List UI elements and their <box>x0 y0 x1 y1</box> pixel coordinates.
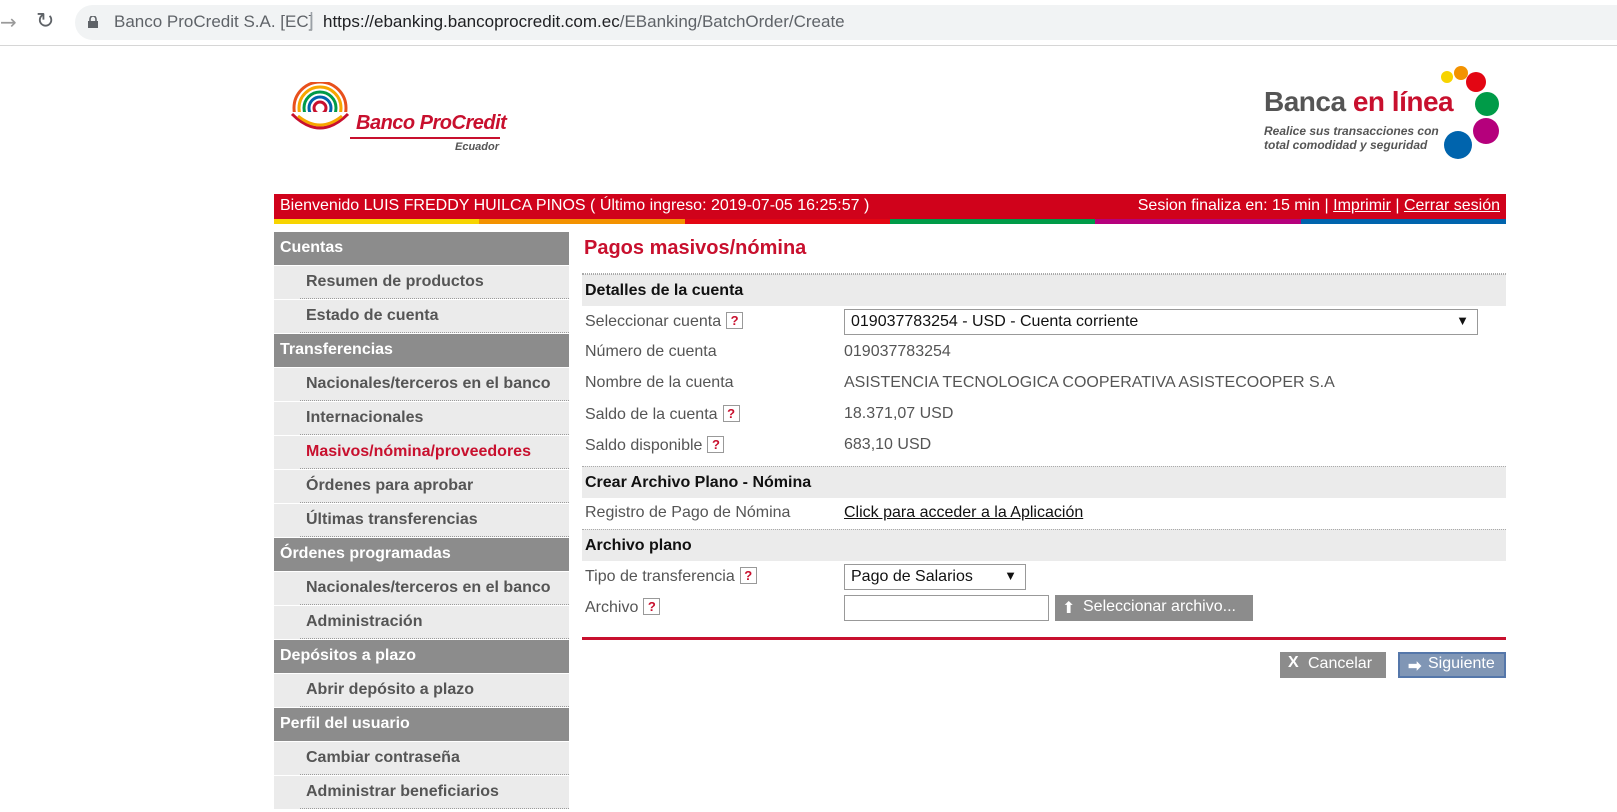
sidebar-item-abrir-deposito[interactable]: Abrir depósito a plazo <box>274 674 569 708</box>
sidebar-item-resumen[interactable]: Resumen de productos <box>274 266 569 300</box>
select-file-button[interactable]: ⬆ Seleccionar archivo... <box>1055 595 1253 621</box>
sidebar-section-depositos[interactable]: Depósitos a plazo <box>274 640 569 674</box>
help-icon[interactable]: ? <box>722 405 740 422</box>
row-account-name: Nombre de la cuenta ASISTENCIA TECNOLOGI… <box>582 368 1506 399</box>
sidebar-item-prog-nacionales[interactable]: Nacionales/terceros en el banco <box>274 572 569 606</box>
open-app-link[interactable]: Click para acceder a la Aplicación <box>844 504 1083 521</box>
next-button[interactable]: ➡ Siguiente <box>1398 652 1506 678</box>
session-info: Sesion finaliza en: 15 min | Imprimir | … <box>1137 197 1500 214</box>
lock-icon <box>88 16 98 28</box>
account-number-value: 019037783254 <box>844 343 951 360</box>
sidebar-item-ordenes-aprobar[interactable]: Órdenes para aprobar <box>274 470 569 504</box>
sidebar-section-programadas[interactable]: Órdenes programadas <box>274 538 569 572</box>
main-content: Pagos masivos/nómina Detalles de la cuen… <box>582 232 1506 690</box>
sidebar-section-cuentas[interactable]: Cuentas <box>274 232 569 266</box>
row-registro: Registro de Pago de Nómina Click para ac… <box>582 498 1506 529</box>
print-link[interactable]: Imprimir <box>1333 197 1391 214</box>
colored-dots-icon <box>1441 66 1499 159</box>
browser-toolbar: → ↻ Banco ProCredit S.A. [EC] | https://… <box>0 0 1617 46</box>
welcome-text: Bienvenido LUIS FREDDY HUILCA PINOS ( Úl… <box>280 197 870 214</box>
site-identity: Banco ProCredit S.A. [EC] <box>114 12 314 31</box>
row-balance: Saldo de la cuenta? 18.371,07 USD <box>582 399 1506 430</box>
sidebar-menu: Cuentas Resumen de productos Estado de c… <box>274 232 569 810</box>
transfer-type-select[interactable]: Pago de Salarios ▼ <box>844 564 1026 590</box>
help-icon[interactable]: ? <box>726 312 744 329</box>
url-separator: | <box>309 10 314 31</box>
file-path-input[interactable] <box>844 595 1049 621</box>
help-icon[interactable]: ? <box>707 436 725 453</box>
upload-icon: ⬆ <box>1062 600 1076 617</box>
sidebar-section-perfil[interactable]: Perfil del usuario <box>274 708 569 742</box>
sidebar-item-estado[interactable]: Estado de cuenta <box>274 300 569 334</box>
sidebar-item-cambiar-contrasena[interactable]: Cambiar contraseña <box>274 742 569 776</box>
page-title: Pagos masivos/nómina <box>582 232 1506 274</box>
chevron-down-icon: ▼ <box>1456 313 1469 328</box>
sidebar-item-masivos[interactable]: Masivos/nómina/proveedores <box>274 436 569 470</box>
file-label: Archivo <box>585 599 639 616</box>
reload-icon[interactable]: ↻ <box>36 9 54 34</box>
transfer-type-label: Tipo de transferencia <box>585 568 735 585</box>
available-value: 683,10 USD <box>844 436 932 453</box>
account-select[interactable]: 019037783254 - USD - Cuenta corriente ▼ <box>844 309 1478 335</box>
row-file: Archivo? ⬆ Seleccionar archivo... <box>582 592 1506 623</box>
row-transfer-type: Tipo de transferencia? Pago de Salarios ▼ <box>582 561 1506 592</box>
select-account-label: Seleccionar cuenta <box>585 313 722 330</box>
available-label: Saldo disponible <box>585 437 703 454</box>
cancel-button[interactable]: X Cancelar <box>1280 652 1386 678</box>
balance-label: Saldo de la cuenta <box>585 406 718 423</box>
welcome-bar: Bienvenido LUIS FREDDY HUILCA PINOS ( Úl… <box>274 194 1506 219</box>
account-name-label: Nombre de la cuenta <box>585 374 734 391</box>
section-crear-archivo: Crear Archivo Plano - Nómina <box>582 466 1506 498</box>
sidebar-item-internacionales[interactable]: Internacionales <box>274 402 569 436</box>
row-available: Saldo disponible? 683,10 USD <box>582 430 1506 466</box>
url-text[interactable]: https://ebanking.bancoprocredit.com.ec/E… <box>323 12 845 32</box>
address-bar[interactable]: Banco ProCredit S.A. [EC] | https://eban… <box>75 5 1617 40</box>
row-select-account: Seleccionar cuenta? 019037783254 - USD -… <box>582 306 1506 337</box>
row-account-number: Número de cuenta 019037783254 <box>582 337 1506 368</box>
logo-text: Banco ProCredit <box>356 112 507 134</box>
chevron-down-icon: ▼ <box>1004 568 1017 583</box>
logo-subtitle: Ecuador <box>455 141 500 153</box>
color-stripe <box>274 219 1506 224</box>
sidebar-item-beneficiarios[interactable]: Administrar beneficiarios <box>274 776 569 810</box>
account-number-label: Número de cuenta <box>585 343 717 360</box>
account-name-value: ASISTENCIA TECNOLOGICA COOPERATIVA ASIST… <box>844 374 1335 391</box>
section-detalles: Detalles de la cuenta <box>582 274 1506 306</box>
sidebar-item-nacionales[interactable]: Nacionales/terceros en el banco <box>274 368 569 402</box>
sidebar-item-administracion[interactable]: Administración <box>274 606 569 640</box>
registro-label: Registro de Pago de Nómina <box>585 504 791 521</box>
arrow-right-icon: ➡ <box>1408 658 1422 675</box>
logout-link[interactable]: Cerrar sesión <box>1404 197 1500 214</box>
form-actions: X Cancelar ➡ Siguiente <box>582 640 1506 690</box>
logo-underline <box>350 137 500 139</box>
forward-arrow-icon[interactable]: → <box>0 10 17 34</box>
sidebar-item-ultimas[interactable]: Últimas transferencias <box>274 504 569 538</box>
close-icon: X <box>1288 654 1299 671</box>
section-archivo-plano: Archivo plano <box>582 529 1506 561</box>
sidebar-section-transferencias[interactable]: Transferencias <box>274 334 569 368</box>
balance-value: 18.371,07 USD <box>844 405 954 422</box>
help-icon[interactable]: ? <box>643 598 661 615</box>
help-icon[interactable]: ? <box>739 567 757 584</box>
